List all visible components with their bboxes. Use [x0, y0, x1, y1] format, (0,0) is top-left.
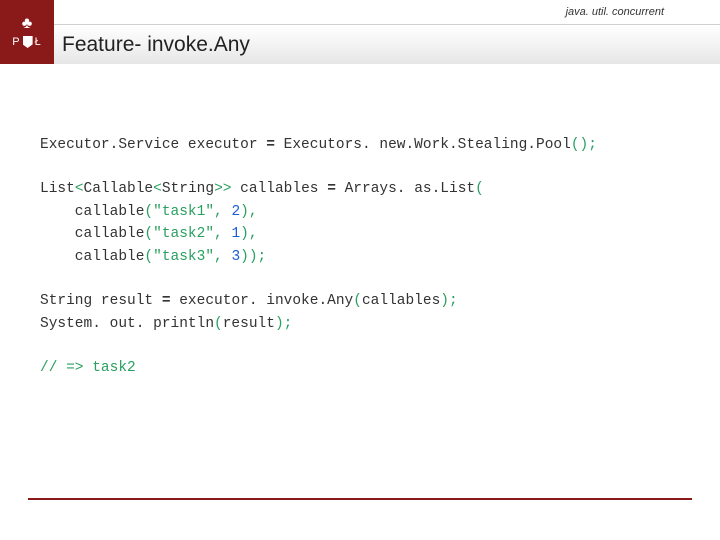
- logo-letter-l: Ł: [35, 36, 42, 48]
- code-line-result: String result = executor. invoke.Any(cal…: [40, 290, 680, 312]
- logo-icon: ♣: [22, 16, 33, 32]
- code-line-2: List<Callable<String>> callables = Array…: [40, 178, 680, 200]
- title-bar: Feature- invoke.Any: [54, 24, 720, 64]
- blank-line: [40, 156, 680, 178]
- logo-letter-p: P: [12, 36, 20, 48]
- slide-title: Feature- invoke.Any: [62, 33, 250, 57]
- code-line-1: Executor.Service executor = Executors. n…: [40, 134, 680, 156]
- package-label: java. util. concurrent: [566, 6, 664, 18]
- code-line-task1: callable("task1", 2),: [40, 201, 680, 223]
- blank-line: [40, 268, 680, 290]
- logo: ♣ P Ł: [0, 0, 54, 64]
- footer-rule: [28, 498, 692, 500]
- code-line-comment: // => task2: [40, 357, 680, 379]
- code-line-task3: callable("task3", 3));: [40, 246, 680, 268]
- code-line-println: System. out. println(result);: [40, 313, 680, 335]
- code-block: Executor.Service executor = Executors. n…: [0, 64, 720, 380]
- blank-line: [40, 335, 680, 357]
- shield-icon: [23, 36, 33, 48]
- header: java. util. concurrent ♣ P Ł Feature- in…: [0, 0, 720, 64]
- logo-text: P Ł: [12, 36, 41, 48]
- code-line-task2: callable("task2", 1),: [40, 223, 680, 245]
